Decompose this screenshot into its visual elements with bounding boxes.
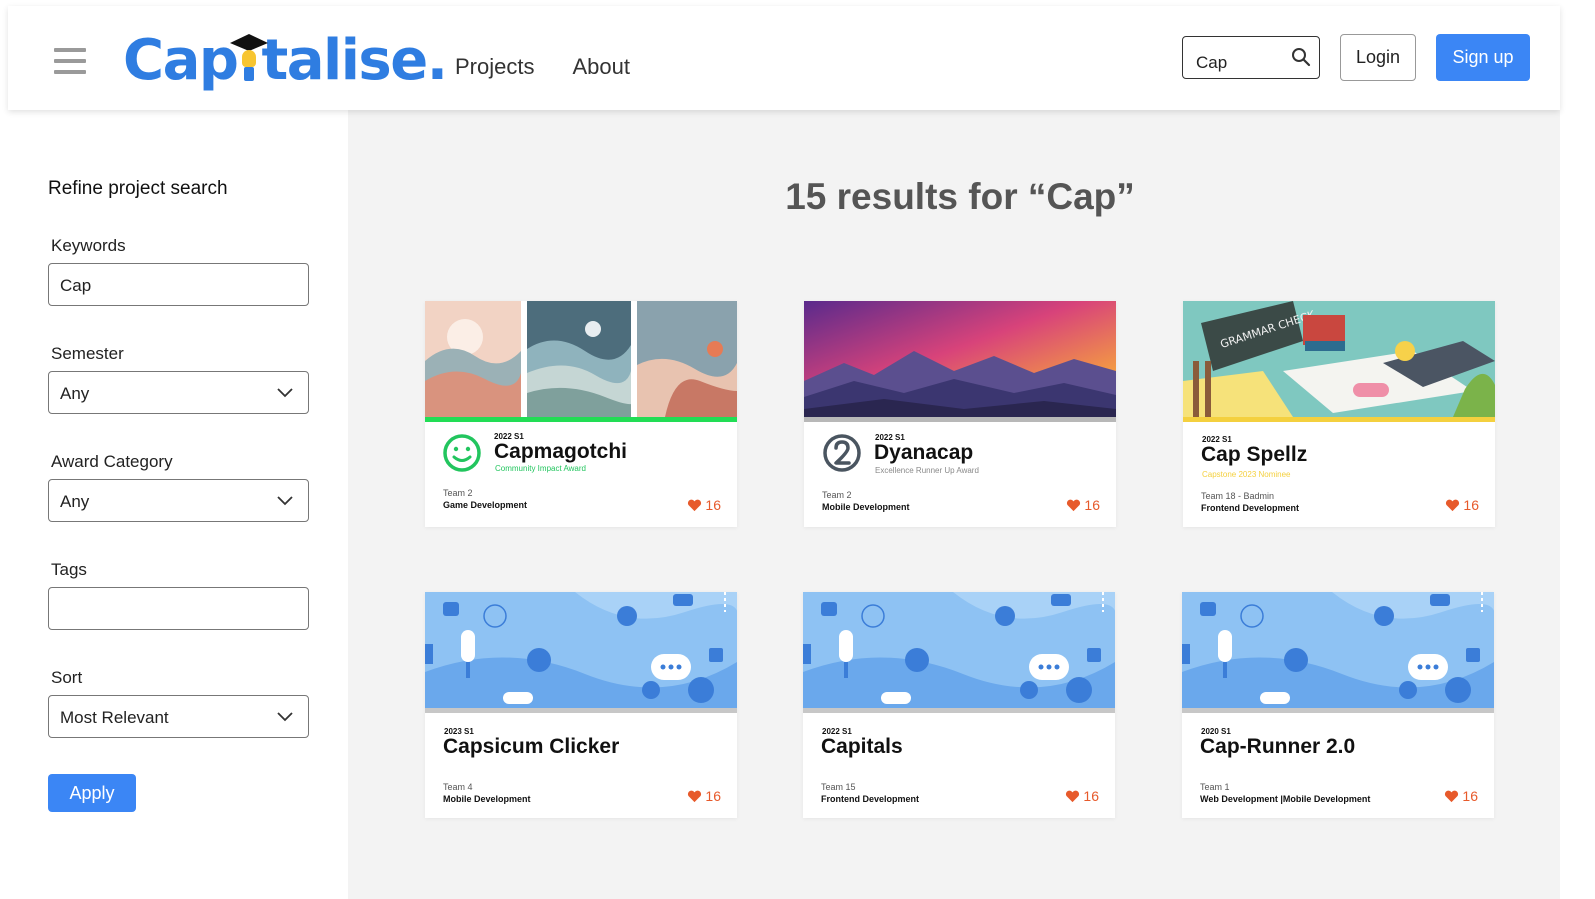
card-likes[interactable]: 16 <box>1066 497 1100 513</box>
card-title: Cap-Runner 2.0 <box>1200 735 1356 758</box>
card-title: Capsicum Clicker <box>443 735 620 758</box>
card-color-bar <box>1183 417 1495 422</box>
login-button[interactable]: Login <box>1340 34 1416 81</box>
award-category-label: Award Category <box>51 452 173 471</box>
card-award: Capstone 2023 Nominee <box>1202 470 1291 479</box>
project-card-cap-spellz[interactable]: GRAMMAR CHECK 2022 S1 Cap Spellz Capston… <box>1183 301 1495 527</box>
number-two-icon <box>823 434 861 472</box>
card-team: Team 4 <box>443 782 473 792</box>
smile-icon <box>443 434 481 472</box>
card-color-bar <box>425 417 737 422</box>
project-card-dyanacap[interactable]: 2022 S1 Dyanacap Excellence Runner Up Aw… <box>804 301 1116 527</box>
card-likes[interactable]: 16 <box>687 497 721 513</box>
card-thumbnail <box>804 301 1116 417</box>
project-card-cap-runner[interactable]: 2020 S1 Cap-Runner 2.0 Team 1 Web Develo… <box>1182 592 1494 818</box>
card-title: Capitals <box>821 735 903 758</box>
search-icon[interactable] <box>1291 47 1311 67</box>
apply-button[interactable]: Apply <box>48 774 136 812</box>
keywords-input[interactable]: Cap <box>48 263 309 306</box>
heart-icon <box>1066 790 1080 802</box>
card-likes-count: 16 <box>705 497 721 513</box>
card-color-bar <box>1182 708 1494 713</box>
heart-icon <box>688 790 702 802</box>
keywords-value: Cap <box>60 276 92 295</box>
card-thumbnail <box>803 592 1115 708</box>
card-thumbnail: GRAMMAR CHECK <box>1183 301 1495 417</box>
signup-button[interactable]: Sign up <box>1436 34 1530 81</box>
sort-label: Sort <box>51 668 83 687</box>
card-category: Mobile Development <box>822 502 910 512</box>
project-card-capsicum-clicker[interactable]: 2023 S1 Capsicum Clicker Team 4 Mobile D… <box>425 592 737 818</box>
header-search[interactable] <box>1182 36 1320 79</box>
card-team: Team 1 <box>1200 782 1230 792</box>
heart-icon <box>1067 499 1081 511</box>
card-color-bar <box>425 708 737 713</box>
tags-label: Tags <box>51 560 87 579</box>
card-category: Web Development |Mobile Development <box>1200 794 1371 804</box>
keywords-label: Keywords <box>51 236 126 255</box>
award-category-select[interactable]: Any <box>48 479 309 522</box>
heart-icon <box>1445 790 1459 802</box>
card-award: Community Impact Award <box>495 464 586 473</box>
semester-select[interactable]: Any <box>48 371 309 414</box>
card-likes-count: 16 <box>1083 788 1099 804</box>
card-likes[interactable]: 16 <box>687 788 721 804</box>
card-team: Team 18 - Badmin <box>1201 491 1275 501</box>
card-likes[interactable]: 16 <box>1445 497 1479 513</box>
semester-value: Any <box>60 384 90 403</box>
results-area: 15 results for “Cap” 2022 S1 Capmagotchi… <box>348 110 1560 899</box>
card-title: Cap Spellz <box>1201 443 1308 466</box>
semester-label: Semester <box>51 344 124 363</box>
sort-value: Most Relevant <box>60 708 169 727</box>
chevron-down-icon <box>277 496 293 506</box>
tags-input[interactable] <box>48 587 309 630</box>
card-team: Team 15 <box>821 782 856 792</box>
card-title: Capmagotchi <box>494 440 628 463</box>
nav-about[interactable]: About <box>572 54 630 80</box>
chevron-down-icon <box>277 388 293 398</box>
card-likes-count: 16 <box>1463 497 1479 513</box>
chevron-down-icon <box>277 712 293 722</box>
refine-search-sidebar: Refine project search Keywords Cap Semes… <box>0 110 348 899</box>
card-category: Mobile Development <box>443 794 531 804</box>
card-thumbnail <box>1182 592 1494 708</box>
award-category-value: Any <box>60 492 90 511</box>
graduation-lightbulb-icon <box>230 31 269 81</box>
card-award: Excellence Runner Up Award <box>875 466 979 475</box>
header-search-input[interactable] <box>1196 53 1286 73</box>
project-card-capmagotchi[interactable]: 2022 S1 Capmagotchi Community Impact Awa… <box>425 301 737 527</box>
sidebar-title: Refine project search <box>48 178 228 199</box>
hamburger-menu-icon[interactable] <box>54 48 86 76</box>
card-likes[interactable]: 16 <box>1444 788 1478 804</box>
card-color-bar <box>804 417 1116 422</box>
logo-text-right: talise. <box>261 28 448 93</box>
project-card-capitals[interactable]: 2022 S1 Capitals Team 15 Frontend Develo… <box>803 592 1115 818</box>
card-likes[interactable]: 16 <box>1065 788 1099 804</box>
capitalise-logo[interactable]: Cap talise. <box>123 28 448 94</box>
sort-select[interactable]: Most Relevant <box>48 695 309 738</box>
card-category: Frontend Development <box>1201 503 1300 513</box>
results-title: 15 results for “Cap” <box>785 176 1135 217</box>
heart-icon <box>688 499 702 511</box>
card-likes-count: 16 <box>1084 497 1100 513</box>
top-header: Cap talise. Projects About Login Sign up <box>8 6 1560 110</box>
card-color-bar <box>803 708 1115 713</box>
card-thumbnail <box>425 592 737 708</box>
logo-text-left: Cap <box>123 28 239 93</box>
card-likes-count: 16 <box>705 788 721 804</box>
card-category: Frontend Development <box>821 794 920 804</box>
card-title: Dyanacap <box>874 441 974 464</box>
nav-projects[interactable]: Projects <box>455 54 534 80</box>
card-category: Game Development <box>443 500 528 510</box>
heart-icon <box>1446 499 1460 511</box>
card-team: Team 2 <box>822 490 852 500</box>
card-team: Team 2 <box>443 488 473 498</box>
main-nav: Projects About <box>455 54 630 80</box>
card-likes-count: 16 <box>1462 788 1478 804</box>
card-thumbnail <box>425 301 737 417</box>
